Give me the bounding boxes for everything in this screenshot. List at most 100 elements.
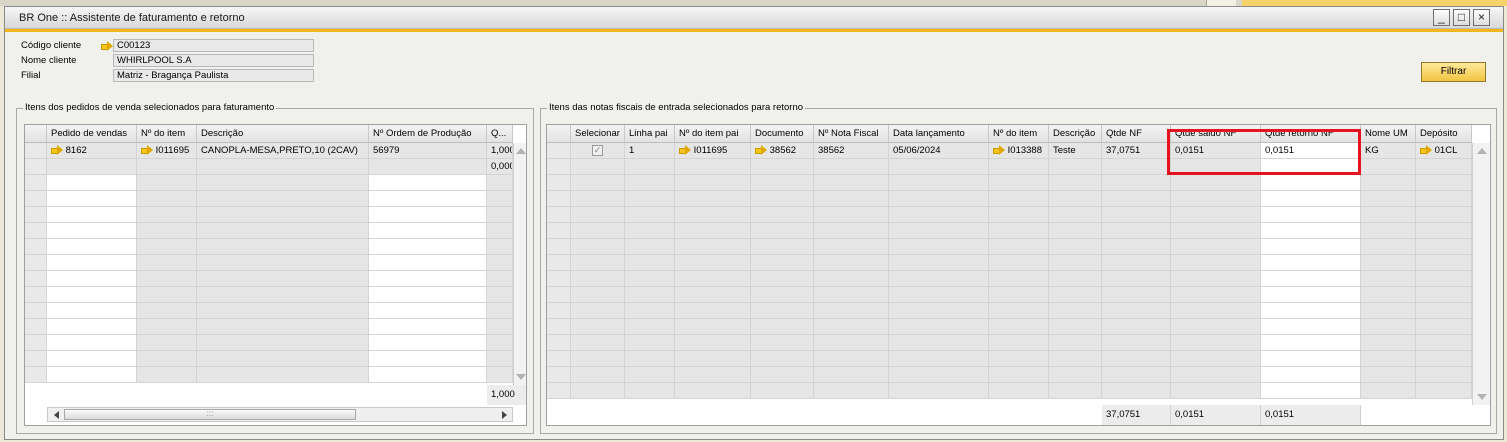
- empty-cell[interactable]: [1102, 351, 1171, 367]
- empty-cell[interactable]: [1049, 287, 1102, 303]
- descricao-cell[interactable]: CANOPLA-MESA,PRETO,10 (2CAV): [197, 143, 369, 159]
- empty-cell[interactable]: [625, 303, 675, 319]
- empty-cell[interactable]: [989, 303, 1049, 319]
- nome-um-cell[interactable]: KG: [1361, 143, 1416, 159]
- empty-cell[interactable]: [369, 271, 487, 287]
- empty-cell[interactable]: [989, 271, 1049, 287]
- documento-cell[interactable]: 38562: [751, 143, 814, 159]
- empty-cell[interactable]: [571, 239, 625, 255]
- qtde-nf-cell[interactable]: 37,0751: [1102, 143, 1171, 159]
- empty-cell[interactable]: [751, 303, 814, 319]
- empty-cell[interactable]: [47, 271, 137, 287]
- empty-cell[interactable]: [814, 367, 889, 383]
- empty-cell[interactable]: [137, 175, 197, 191]
- empty-cell[interactable]: [197, 239, 369, 255]
- row-selector[interactable]: [547, 255, 571, 271]
- empty-cell[interactable]: [47, 255, 137, 271]
- empty-cell[interactable]: [889, 367, 989, 383]
- empty-cell[interactable]: [625, 159, 675, 175]
- empty-cell[interactable]: [1416, 159, 1472, 175]
- empty-cell[interactable]: [751, 367, 814, 383]
- scroll-thumb[interactable]: :::: [64, 409, 356, 420]
- ordem-cell[interactable]: 56979: [369, 143, 487, 159]
- empty-cell[interactable]: [989, 367, 1049, 383]
- empty-cell[interactable]: [814, 255, 889, 271]
- link-arrow-icon[interactable]: [1420, 145, 1432, 156]
- empty-cell[interactable]: [1361, 255, 1416, 271]
- pedido-cell[interactable]: 8162: [47, 143, 137, 159]
- empty-cell[interactable]: [989, 319, 1049, 335]
- empty-cell[interactable]: [1416, 335, 1472, 351]
- vertical-scrollbar[interactable]: [513, 143, 526, 385]
- row-selector[interactable]: [547, 319, 571, 335]
- empty-cell[interactable]: [197, 319, 369, 335]
- empty-cell[interactable]: [1361, 351, 1416, 367]
- empty-cell[interactable]: [369, 159, 487, 175]
- empty-cell[interactable]: [1361, 367, 1416, 383]
- empty-cell[interactable]: [487, 271, 513, 287]
- empty-cell[interactable]: [197, 191, 369, 207]
- empty-cell[interactable]: [369, 175, 487, 191]
- empty-cell[interactable]: [625, 207, 675, 223]
- empty-cell[interactable]: [197, 271, 369, 287]
- empty-cell[interactable]: [487, 191, 513, 207]
- empty-cell[interactable]: [1261, 255, 1361, 271]
- empty-cell[interactable]: [1171, 335, 1261, 351]
- row-selector[interactable]: [547, 159, 571, 175]
- row-selector[interactable]: [547, 383, 571, 399]
- empty-cell[interactable]: [889, 239, 989, 255]
- empty-cell[interactable]: [1102, 159, 1171, 175]
- row-selector[interactable]: [25, 303, 47, 319]
- empty-cell[interactable]: [1049, 175, 1102, 191]
- empty-cell[interactable]: [369, 287, 487, 303]
- empty-cell[interactable]: [1049, 159, 1102, 175]
- empty-cell[interactable]: [487, 319, 513, 335]
- empty-cell[interactable]: [1416, 271, 1472, 287]
- link-arrow-icon[interactable]: [51, 145, 63, 156]
- empty-cell[interactable]: [571, 223, 625, 239]
- empty-cell[interactable]: [137, 159, 197, 175]
- empty-cell[interactable]: [137, 207, 197, 223]
- empty-cell[interactable]: [1049, 367, 1102, 383]
- col-deposito[interactable]: Depósito: [1416, 125, 1472, 143]
- empty-cell[interactable]: [1049, 383, 1102, 399]
- empty-cell[interactable]: [1416, 191, 1472, 207]
- empty-cell[interactable]: [47, 175, 137, 191]
- empty-cell[interactable]: [751, 223, 814, 239]
- row-selector[interactable]: [25, 351, 47, 367]
- empty-cell[interactable]: [1049, 271, 1102, 287]
- empty-cell[interactable]: [675, 239, 751, 255]
- col-item[interactable]: Nº do item: [989, 125, 1049, 143]
- row-selector[interactable]: [547, 143, 571, 159]
- empty-cell[interactable]: [889, 383, 989, 399]
- empty-cell[interactable]: [197, 159, 369, 175]
- empty-cell[interactable]: [814, 287, 889, 303]
- col-nota-fiscal[interactable]: Nº Nota Fiscal: [814, 125, 889, 143]
- empty-cell[interactable]: [1261, 287, 1361, 303]
- empty-cell[interactable]: [1171, 207, 1261, 223]
- empty-cell[interactable]: [571, 207, 625, 223]
- empty-cell[interactable]: [625, 175, 675, 191]
- empty-cell[interactable]: [369, 191, 487, 207]
- empty-cell[interactable]: [1102, 223, 1171, 239]
- col-selecionar[interactable]: Selecionar: [571, 125, 625, 143]
- empty-cell[interactable]: [369, 255, 487, 271]
- codigo-cliente-field[interactable]: C00123: [113, 39, 314, 52]
- row-selector[interactable]: [25, 207, 47, 223]
- row-selector[interactable]: [547, 223, 571, 239]
- empty-cell[interactable]: [889, 191, 989, 207]
- empty-cell[interactable]: [1102, 335, 1171, 351]
- empty-cell[interactable]: [1171, 287, 1261, 303]
- empty-cell[interactable]: [197, 335, 369, 351]
- empty-cell[interactable]: [989, 191, 1049, 207]
- empty-cell[interactable]: [625, 191, 675, 207]
- empty-cell[interactable]: [571, 271, 625, 287]
- empty-cell[interactable]: [751, 159, 814, 175]
- maximize-icon[interactable]: □: [1453, 9, 1470, 26]
- empty-cell[interactable]: [1102, 287, 1171, 303]
- empty-cell[interactable]: [1171, 303, 1261, 319]
- empty-cell[interactable]: [571, 303, 625, 319]
- empty-cell[interactable]: [1261, 335, 1361, 351]
- select-checkbox[interactable]: ✓: [592, 145, 603, 156]
- linha-pai-cell[interactable]: 1: [625, 143, 675, 159]
